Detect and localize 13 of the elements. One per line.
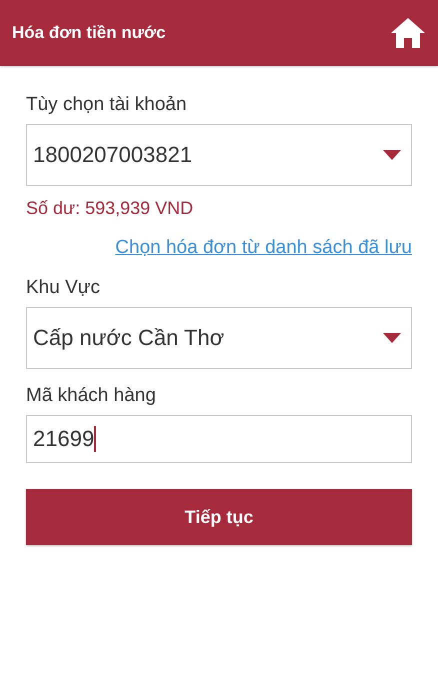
field-label: Tùy chọn tài khoản — [26, 94, 187, 116]
region-dropdown[interactable]: Cấp nước Cần Thơ — [26, 307, 412, 369]
balance-text: Số dư: 593,939 VND — [26, 198, 194, 219]
caret-down-icon — [383, 333, 401, 343]
page-title: Hóa đơn tiền nước — [12, 23, 166, 43]
caret-down-icon — [383, 150, 401, 160]
customer-code-field[interactable]: 21699 — [26, 415, 412, 463]
text-cursor — [94, 426, 96, 452]
field-label: Khu Vực — [26, 277, 100, 299]
field-label: Mã khách hàng — [26, 385, 156, 407]
continue-button[interactable]: Tiếp tục — [26, 489, 412, 545]
home-icon[interactable] — [390, 17, 426, 49]
account-dropdown[interactable]: 1800207003821 — [26, 124, 412, 186]
